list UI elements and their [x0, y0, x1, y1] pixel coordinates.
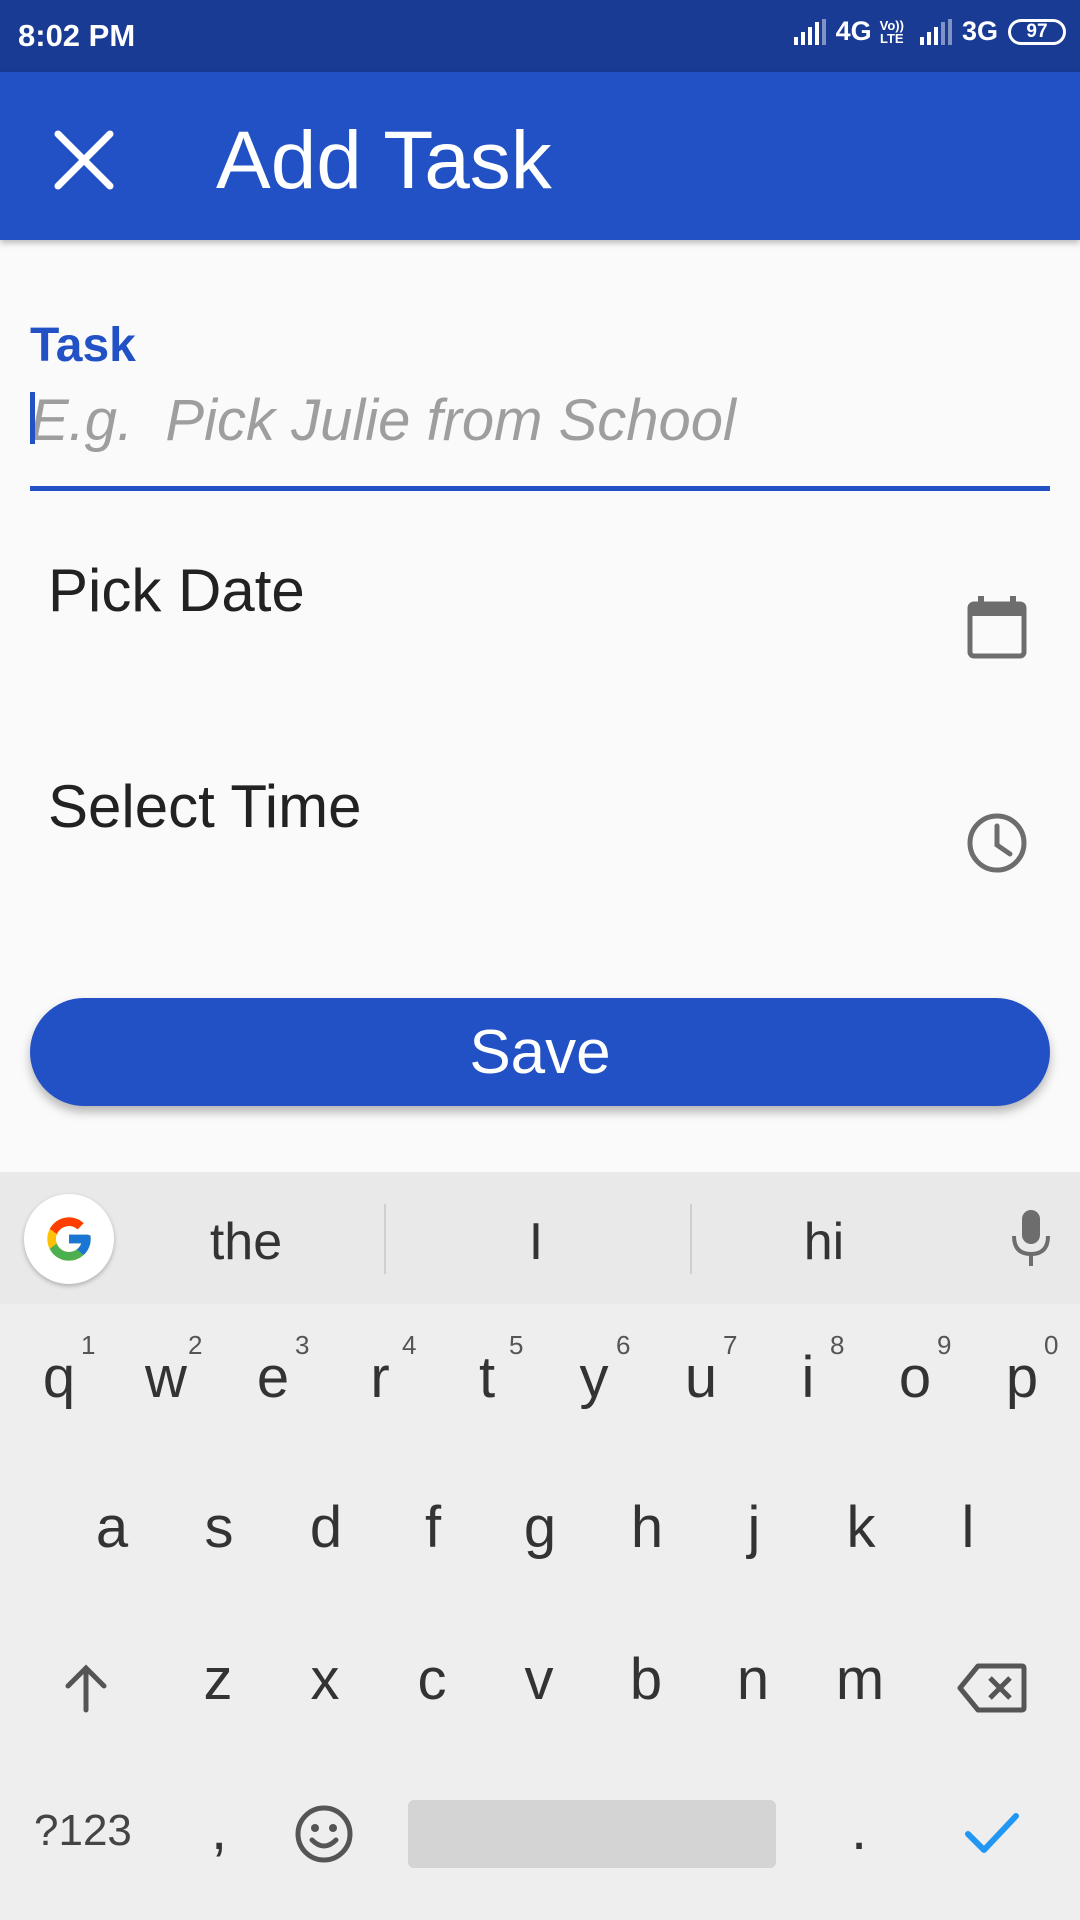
suggestion-1[interactable]: the [146, 1212, 346, 1272]
select-time-label: Select Time [48, 773, 362, 840]
period-key[interactable]: . [814, 1796, 904, 1863]
key-v[interactable]: v [494, 1646, 584, 1713]
key-k[interactable]: k [816, 1494, 906, 1561]
task-input[interactable] [30, 376, 1050, 464]
suggestion-divider [690, 1204, 692, 1274]
text-cursor [30, 392, 35, 444]
symbols-key[interactable]: ?123 [34, 1806, 132, 1856]
key-hint-0: 0 [1044, 1330, 1059, 1360]
google-icon[interactable] [24, 1194, 114, 1284]
emoji-icon[interactable] [294, 1804, 354, 1864]
google-logo-icon [47, 1217, 91, 1261]
signal-icon-2 [919, 18, 952, 45]
task-underline [30, 486, 1050, 491]
key-hint-4: 4 [402, 1330, 417, 1360]
key-g[interactable]: g [495, 1494, 585, 1561]
backspace-icon[interactable] [956, 1662, 1028, 1714]
task-label: Task [30, 319, 136, 372]
key-hint-8: 8 [830, 1330, 845, 1360]
network-type-2: 3G [961, 16, 998, 46]
status-time: 8:02 PM [18, 18, 136, 53]
key-a[interactable]: a [67, 1494, 157, 1561]
clock-icon[interactable] [964, 810, 1030, 876]
status-bar: 8:02 PM 4G Vo)) LTE 3G 97 [0, 0, 1080, 72]
signal-icon [793, 18, 826, 45]
network-type-1: 4G [835, 16, 872, 46]
volte-icon: Vo)) LTE [879, 17, 904, 46]
key-b[interactable]: b [601, 1646, 691, 1713]
app-bar: Add Task [0, 72, 1080, 240]
key-z[interactable]: z [173, 1646, 263, 1713]
key-hint-3: 3 [295, 1330, 310, 1360]
key-s[interactable]: s [174, 1494, 264, 1561]
key-h[interactable]: h [602, 1494, 692, 1561]
key-x[interactable]: x [280, 1646, 370, 1713]
shift-icon[interactable] [58, 1660, 114, 1716]
suggestion-divider [384, 1204, 386, 1274]
key-f[interactable]: f [388, 1494, 478, 1561]
key-hint-7: 7 [723, 1330, 738, 1360]
battery-icon: 97 [1008, 18, 1066, 45]
key-hint-5: 5 [509, 1330, 524, 1360]
key-m[interactable]: m [815, 1646, 905, 1713]
comma-key[interactable]: , [174, 1796, 264, 1863]
suggestion-2[interactable]: I [436, 1212, 636, 1272]
key-j[interactable]: j [709, 1494, 799, 1561]
key-hint-6: 6 [616, 1330, 631, 1360]
page-title: Add Task [216, 115, 552, 206]
calendar-icon[interactable] [964, 596, 1030, 662]
key-hint-2: 2 [188, 1330, 203, 1360]
key-c[interactable]: c [387, 1646, 477, 1713]
status-icons: 4G Vo)) LTE 3G 97 [793, 16, 1066, 47]
save-button[interactable]: Save [30, 998, 1050, 1106]
space-bar[interactable] [408, 1800, 776, 1868]
key-n[interactable]: n [708, 1646, 798, 1713]
checkmark-icon[interactable] [962, 1808, 1022, 1858]
key-hint-9: 9 [937, 1330, 952, 1360]
suggestion-3[interactable]: hi [724, 1212, 924, 1272]
keyboard-suggestion-bar: the I hi [0, 1172, 1080, 1304]
key-hint-1: 1 [81, 1330, 96, 1360]
microphone-icon[interactable] [1008, 1208, 1054, 1268]
close-icon[interactable] [46, 122, 122, 198]
pick-date-label: Pick Date [48, 557, 305, 624]
key-d[interactable]: d [281, 1494, 371, 1561]
key-l[interactable]: l [923, 1494, 1013, 1561]
